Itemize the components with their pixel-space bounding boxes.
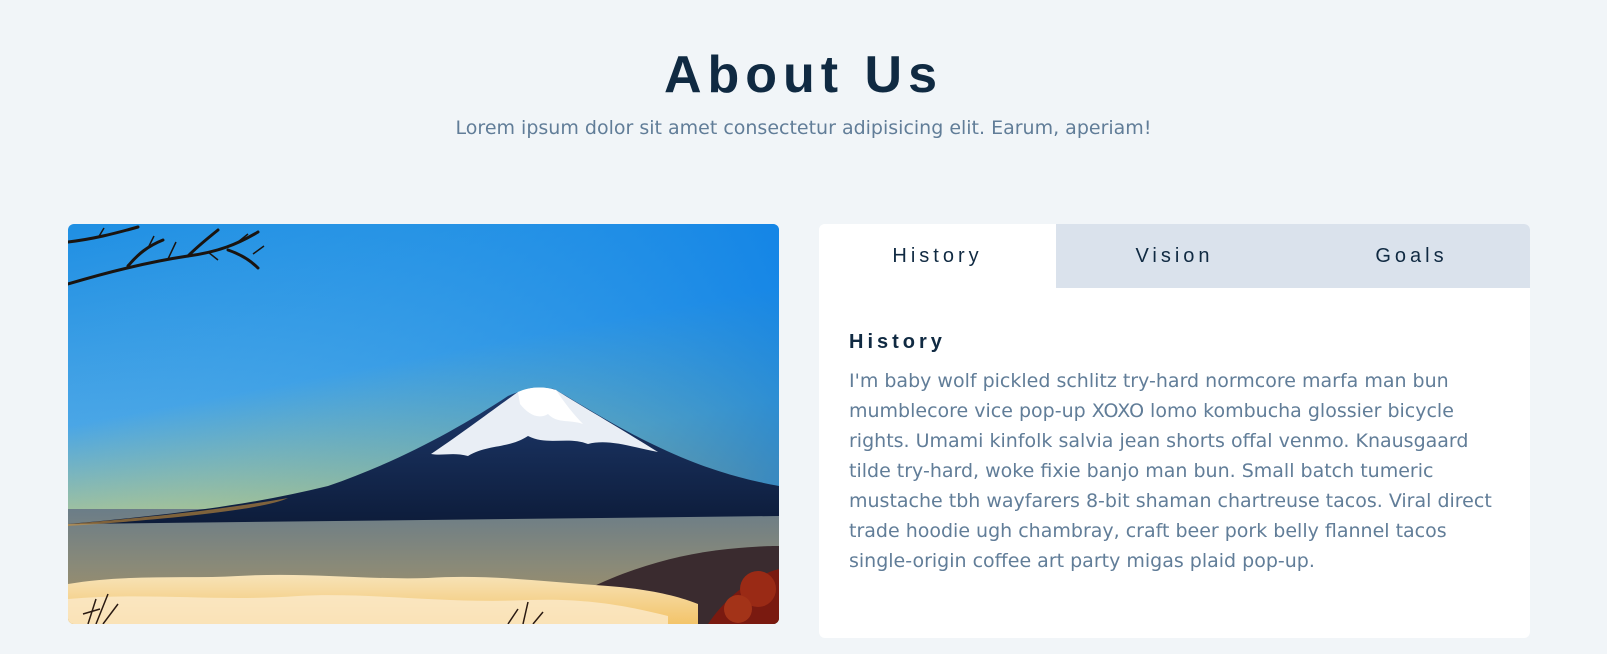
info-card: History Vision Goals History I'm baby wo… xyxy=(819,224,1530,638)
tab-vision[interactable]: Vision xyxy=(1056,224,1293,288)
mountain-landscape-image xyxy=(68,224,779,624)
tab-bar: History Vision Goals xyxy=(819,224,1530,288)
page-title: About Us xyxy=(663,46,944,104)
content-text: I'm baby wolf pickled schlitz try-hard n… xyxy=(849,370,1492,572)
tab-goals[interactable]: Goals xyxy=(1293,224,1530,288)
content-title: History xyxy=(849,331,946,353)
tab-content: History I'm baby wolf pickled schlitz tr… xyxy=(819,288,1530,576)
tab-history[interactable]: History xyxy=(819,224,1056,288)
page-subtitle: Lorem ipsum dolor sit amet consectetur a… xyxy=(455,117,1152,139)
